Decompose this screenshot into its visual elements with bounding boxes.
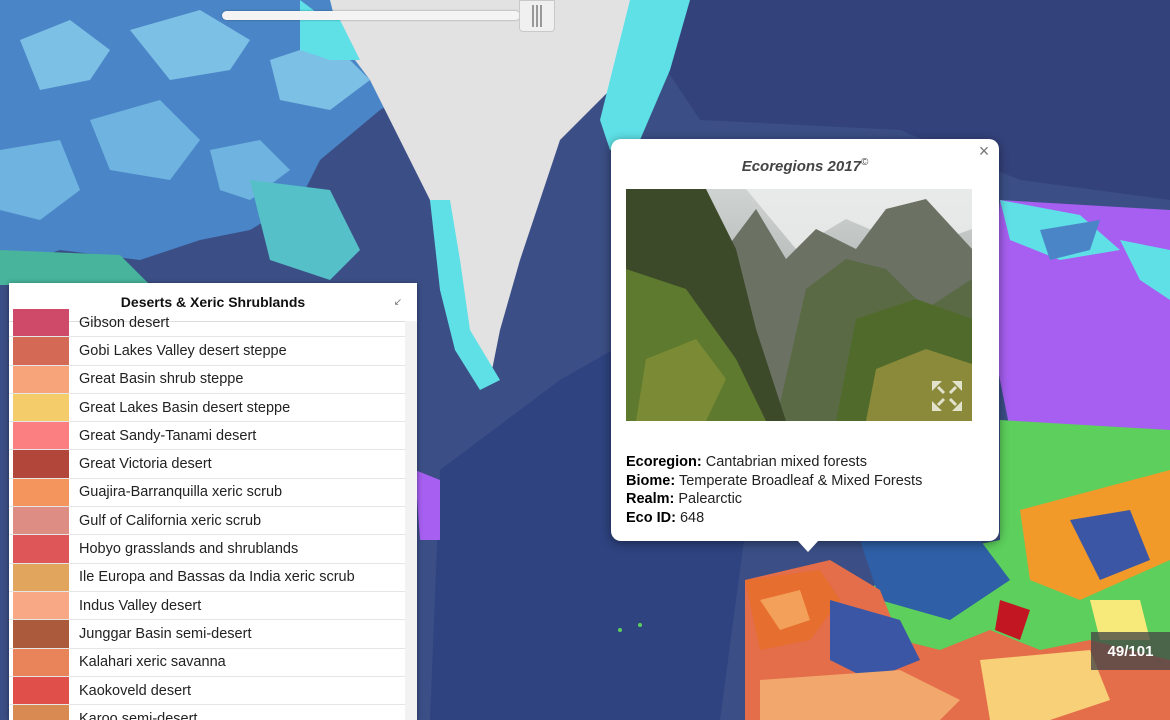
legend-item[interactable]: Great Victoria desert: [9, 450, 405, 479]
popup-title-text: Ecoregions 2017: [741, 158, 861, 175]
legend-swatch: [13, 422, 69, 450]
legend-swatch: [13, 648, 69, 676]
legend-item-label: Great Sandy-Tanami desert: [79, 427, 257, 444]
legend-item-label: Kalahari xeric savanna: [79, 654, 226, 671]
legend-title: Deserts & Xeric Shrublands: [120, 294, 306, 310]
legend-item-label: Hobyo grasslands and shrublands: [79, 541, 299, 558]
mountain-photo: [626, 189, 972, 421]
ecoid-value: 648: [679, 509, 705, 526]
ecoregion-row: Ecoregion: Cantabrian mixed forests: [626, 454, 867, 470]
popup-pointer: [797, 540, 819, 552]
legend-item[interactable]: Great Lakes Basin desert steppe: [9, 393, 405, 423]
copyright-mark: ©: [860, 157, 869, 168]
legend-item-label: Indus Valley desert: [79, 597, 202, 614]
legend-list: Gibson desert Gobi Lakes Valley desert s…: [9, 309, 405, 720]
legend-item-label: Great Victoria desert: [79, 456, 212, 473]
ecoregion-popup: × Ecoregions 2017© Ecoregion: Cantabrian…: [611, 139, 999, 541]
legend-item[interactable]: Gulf of California xeric scrub: [9, 507, 405, 536]
legend-item[interactable]: Great Sandy-Tanami desert: [9, 422, 405, 451]
legend-swatch: [13, 507, 69, 535]
legend-item-label: Karoo semi-desert: [79, 710, 198, 720]
legend-item[interactable]: Gobi Lakes Valley desert steppe: [9, 337, 405, 366]
legend-item[interactable]: Kalahari xeric savanna: [9, 648, 405, 677]
legend-panel: Deserts & Xeric Shrublands ↙ Gibson dese…: [9, 283, 417, 720]
legend-item[interactable]: Indus Valley desert: [9, 591, 405, 621]
realm-row: Realm: Palearctic: [626, 491, 743, 507]
legend-swatch: [13, 563, 69, 591]
ecoregion-value: Cantabrian mixed forests: [705, 454, 867, 470]
popup-details: Ecoregion: Cantabrian mixed forests Biom…: [626, 453, 922, 527]
legend-swatch: [13, 705, 69, 720]
slide-counter-text: 49/101: [1107, 642, 1154, 660]
legend-swatch: [13, 478, 69, 507]
realm-value: Palearctic: [678, 491, 743, 507]
popup-title: Ecoregions 2017©: [611, 157, 999, 175]
biome-row: Biome: Temperate Broadleaf & Mixed Fores…: [626, 472, 923, 489]
legend-item[interactable]: Gibson desert: [9, 309, 405, 338]
legend-swatch: [13, 309, 69, 337]
legend-item-label: Guajira-Barranquilla xeric scrub: [79, 484, 283, 501]
expand-icon[interactable]: [930, 379, 964, 413]
legend-item[interactable]: Hobyo grasslands and shrublands: [9, 535, 405, 564]
legend-swatch: [13, 535, 69, 563]
grip-icon: [532, 5, 542, 27]
legend-swatch: [13, 393, 69, 422]
legend-item[interactable]: Karoo semi-desert: [9, 705, 405, 720]
collapse-arrow-icon[interactable]: ↙: [391, 296, 405, 310]
legend-item-label: Great Lakes Basin desert steppe: [79, 399, 291, 416]
legend-swatch: [13, 676, 69, 705]
ecoid-row: Eco ID: 648: [626, 509, 705, 526]
opacity-slider-handle[interactable]: [519, 0, 555, 32]
legend-swatch: [13, 620, 69, 648]
legend-item-label: Gobi Lakes Valley desert steppe: [79, 342, 287, 359]
legend-swatch: [13, 591, 69, 620]
legend-item[interactable]: Junggar Basin semi-desert: [9, 620, 405, 649]
biome-value: Temperate Broadleaf & Mixed Forests: [678, 472, 923, 489]
legend-item-label: Junggar Basin semi-desert: [79, 625, 252, 642]
legend-swatch: [13, 337, 69, 365]
legend-item-label: Ile Europa and Bassas da India xeric scr…: [79, 569, 355, 586]
legend-item-label: Gibson desert: [79, 314, 170, 331]
legend-item[interactable]: Guajira-Barranquilla xeric scrub: [9, 478, 405, 508]
legend-scrollbar[interactable]: [405, 321, 417, 720]
legend-swatch: [13, 450, 69, 478]
legend-item[interactable]: Ile Europa and Bassas da India xeric scr…: [9, 563, 405, 592]
legend-item-label: Great Basin shrub steppe: [79, 371, 244, 388]
legend-item-label: Gulf of California xeric scrub: [79, 512, 262, 529]
legend-swatch: [13, 365, 69, 393]
legend-item-label: Kaokoveld desert: [79, 682, 192, 699]
legend-item[interactable]: Great Basin shrub steppe: [9, 365, 405, 394]
legend-item[interactable]: Kaokoveld desert: [9, 676, 405, 706]
ecoregion-photo: [626, 189, 972, 421]
opacity-slider-track[interactable]: [222, 11, 520, 20]
slide-counter: 49/101: [1091, 632, 1170, 670]
